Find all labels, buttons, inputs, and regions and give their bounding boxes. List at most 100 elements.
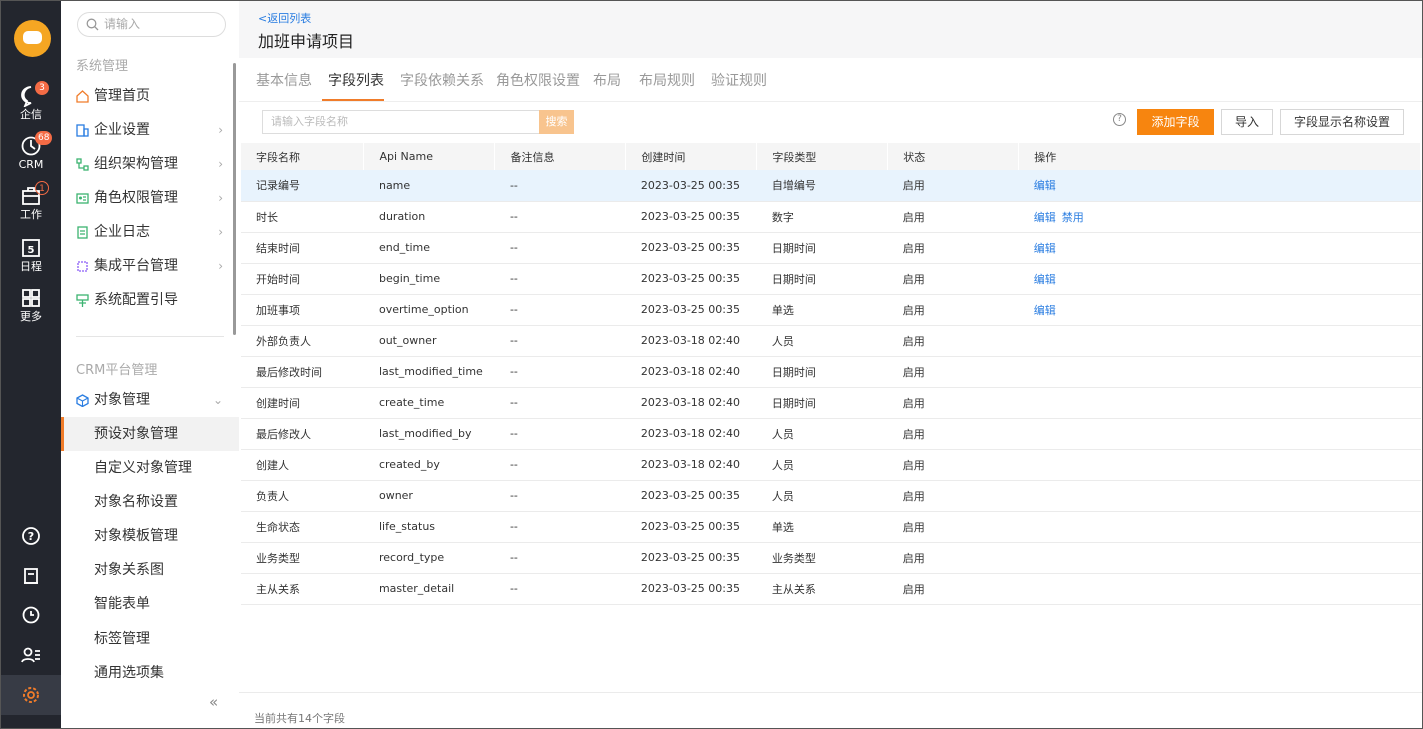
table-row[interactable]: 负责人 owner -- 2023-03-25 00:35 人员 启用: [241, 480, 1421, 512]
table-row[interactable]: 外部负责人 out_owner -- 2023-03-18 02:40 人员 启用: [241, 325, 1421, 357]
cell-actions: [1018, 325, 1421, 357]
cell-field-type: 人员: [756, 325, 888, 357]
add-field-button[interactable]: 添加字段: [1137, 109, 1214, 135]
submenu-object-relations[interactable]: 对象关系图: [61, 553, 239, 587]
help-button[interactable]: ?: [1, 526, 61, 549]
tab-validation-rules[interactable]: 验证规则: [711, 70, 767, 90]
edit-link[interactable]: 编辑: [1034, 211, 1056, 224]
tab-role-permissions[interactable]: 角色权限设置: [496, 70, 580, 90]
menu-config-guide[interactable]: 系统配置引导: [61, 283, 239, 317]
cell-created-time: 2023-03-25 00:35: [625, 573, 757, 605]
menu-admin-home[interactable]: 管理首页: [61, 79, 239, 113]
menu-org-structure[interactable]: 组织架构管理 ›: [61, 147, 239, 181]
cell-created-time: 2023-03-25 00:35: [625, 201, 757, 233]
table-row[interactable]: 业务类型 record_type -- 2023-03-25 00:35 业务类型 启用: [241, 542, 1421, 574]
clock-icon: [22, 606, 40, 624]
cell-status: 启用: [887, 263, 1019, 295]
field-search-button[interactable]: 搜索: [539, 110, 574, 134]
cell-api-name: overtime_option: [363, 294, 495, 326]
submenu-tag-management[interactable]: 标签管理: [61, 622, 239, 656]
cell-status: 启用: [887, 232, 1019, 264]
cell-field-name: 最后修改时间: [241, 356, 364, 388]
table-row[interactable]: 结束时间 end_time -- 2023-03-25 00:35 日期时间 启用 编辑: [241, 232, 1421, 264]
rail-label-calendar: 日程: [20, 260, 42, 273]
edit-link[interactable]: 编辑: [1034, 304, 1056, 317]
calendar-day: 5: [28, 245, 35, 256]
settings-button[interactable]: [1, 675, 61, 715]
table-row[interactable]: 创建人 created_by -- 2023-03-18 02:40 人员 启用: [241, 449, 1421, 481]
field-search-input[interactable]: 请输入字段名称: [262, 110, 540, 134]
rail-label-crm: CRM: [18, 158, 44, 171]
column-header-field-type[interactable]: 字段类型: [756, 143, 889, 170]
tab-layout[interactable]: 布局: [593, 70, 621, 90]
cell-note: --: [494, 325, 626, 357]
rail-item-work[interactable]: 工作 1: [1, 181, 61, 222]
menu-role-permissions-label: 角色权限管理: [94, 190, 178, 206]
table-row[interactable]: 最后修改人 last_modified_by -- 2023-03-18 02:40 人…: [241, 418, 1421, 450]
cell-status: 启用: [887, 542, 1019, 574]
edit-link[interactable]: 编辑: [1034, 273, 1056, 286]
rail-label-work: 工作: [20, 208, 42, 221]
cell-status: 启用: [887, 201, 1019, 233]
column-header-status[interactable]: 状态: [887, 143, 1020, 170]
cell-field-type: 日期时间: [756, 232, 888, 264]
menu-object-management[interactable]: 对象管理 ⌄: [61, 383, 239, 417]
edit-link[interactable]: 编辑: [1034, 242, 1056, 255]
rail-item-calendar[interactable]: 5 日程: [1, 237, 61, 274]
edit-link[interactable]: 编辑: [1034, 179, 1056, 192]
sidebar-search-input[interactable]: 请输入: [77, 12, 226, 37]
menu-role-permissions[interactable]: 角色权限管理 ›: [61, 181, 239, 215]
contacts-button[interactable]: [1, 645, 61, 668]
help-icon[interactable]: ?: [1113, 113, 1126, 126]
menu-integration-platform[interactable]: 集成平台管理 ›: [61, 249, 239, 283]
collapse-sidebar-icon[interactable]: «: [209, 693, 218, 711]
field-display-name-button[interactable]: 字段显示名称设置: [1280, 109, 1404, 135]
disable-link[interactable]: 禁用: [1062, 211, 1084, 224]
column-header-api-name[interactable]: Api Name: [363, 143, 496, 170]
table-row[interactable]: 生命状态 life_status -- 2023-03-25 00:35 单选 启用: [241, 511, 1421, 543]
cell-note: --: [494, 356, 626, 388]
submenu-smart-forms[interactable]: 智能表单: [61, 587, 239, 621]
tab-field-list[interactable]: 字段列表: [328, 70, 384, 90]
column-header-field-name[interactable]: 字段名称: [241, 143, 365, 170]
rail-label-more: 更多: [20, 310, 42, 323]
rail-item-crm[interactable]: CRM 68: [1, 131, 61, 172]
rail-item-messages[interactable]: 企信 3: [1, 81, 61, 122]
submenu-object-name-settings[interactable]: 对象名称设置: [61, 485, 239, 519]
chevron-right-icon: ›: [218, 259, 223, 273]
table-row[interactable]: 主从关系 master_detail -- 2023-03-25 00:35 主从关系启…: [241, 573, 1421, 605]
app-logo[interactable]: [14, 20, 51, 57]
table-row[interactable]: 时长 duration -- 2023-03-25 00:35 数字 启用 编辑 禁用: [241, 201, 1421, 233]
table-row[interactable]: 记录编号 name -- 2023-03-25 00:35 自增编号 启用 编辑: [241, 170, 1421, 202]
cell-field-type: 日期时间: [756, 387, 888, 419]
work-badge: 1: [35, 181, 49, 195]
menu-company-log[interactable]: 企业日志 ›: [61, 215, 239, 249]
rail-item-more[interactable]: 更多: [1, 287, 61, 324]
menu-company-settings[interactable]: 企业设置 ›: [61, 113, 239, 147]
menu-object-management-label: 对象管理: [94, 392, 150, 408]
column-header-created-time[interactable]: 创建时间: [625, 143, 758, 170]
tab-layout-rules[interactable]: 布局规则: [639, 70, 695, 90]
cell-note: --: [494, 201, 626, 233]
import-button[interactable]: 导入: [1221, 109, 1273, 135]
back-to-list-link[interactable]: <返回列表: [258, 10, 311, 26]
submenu-option-sets[interactable]: 通用选项集: [61, 656, 239, 690]
column-header-note[interactable]: 备注信息: [494, 143, 627, 170]
cell-actions: [1018, 449, 1421, 481]
cell-field-name: 开始时间: [241, 263, 364, 295]
cell-note: --: [494, 573, 626, 605]
submenu-preset-objects[interactable]: 预设对象管理: [61, 417, 239, 451]
table-row[interactable]: 最后修改时间 last_modified_time -- 2023-03-18 02:…: [241, 356, 1421, 388]
table-row[interactable]: 创建时间 create_time -- 2023-03-18 02:40 日期时间 启用: [241, 387, 1421, 419]
history-button[interactable]: [1, 605, 61, 628]
tab-field-dependencies[interactable]: 字段依赖关系: [400, 70, 484, 90]
submenu-object-templates[interactable]: 对象模板管理: [61, 519, 239, 553]
notes-button[interactable]: [1, 566, 61, 589]
rail-label-messages: 企信: [20, 108, 42, 121]
table-header-row: 字段名称 Api Name 备注信息 创建时间 字段类型 状态 操作: [241, 143, 1421, 170]
submenu-custom-objects[interactable]: 自定义对象管理: [61, 451, 239, 485]
sidebar-scrollbar[interactable]: [233, 63, 236, 335]
table-row[interactable]: 加班事项 overtime_option -- 2023-03-25 00:35 单选启…: [241, 294, 1421, 326]
tab-basic-info[interactable]: 基本信息: [256, 70, 312, 90]
table-row[interactable]: 开始时间 begin_time -- 2023-03-25 00:35 日期时间 启用 编辑: [241, 263, 1421, 295]
